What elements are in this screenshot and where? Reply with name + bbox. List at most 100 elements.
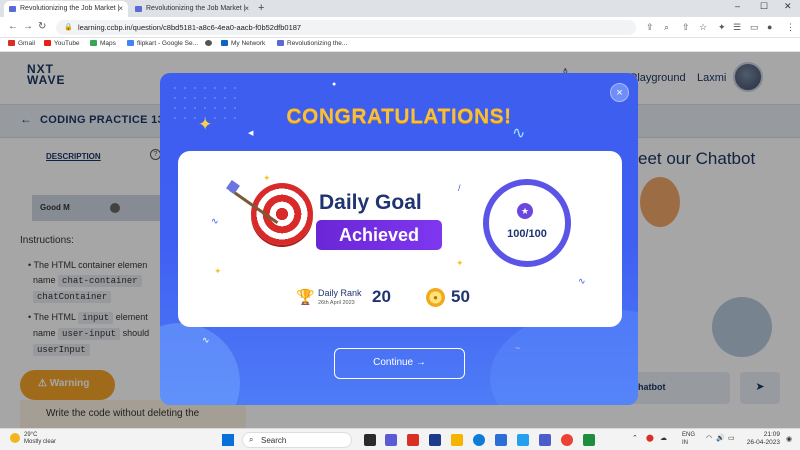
- google-icon: [127, 40, 134, 46]
- confetti-icon: /: [458, 183, 461, 193]
- achieved-badge: Achieved: [316, 220, 442, 250]
- congratulations-title: CONGRATULATIONS!: [286, 105, 512, 128]
- share-icon[interactable]: ⇪: [646, 22, 654, 33]
- bookmark-star-icon[interactable]: ☆: [699, 22, 707, 33]
- bookmark-revolutionizing[interactable]: Revolutionizing the...: [277, 40, 347, 47]
- lock-icon: 🔒: [64, 24, 73, 31]
- battery-icon[interactable]: ▭: [728, 434, 735, 442]
- arrow-fletching-icon: [226, 180, 240, 194]
- sparkle-icon: ✦: [214, 266, 222, 276]
- cloud-icon[interactable]: ☁: [660, 434, 667, 442]
- close-tab-icon[interactable]: ×: [118, 4, 123, 13]
- progress-ring: [483, 179, 571, 267]
- app-icon[interactable]: [583, 434, 595, 446]
- edge-icon[interactable]: [473, 434, 485, 446]
- confetti-icon: ∿: [202, 335, 210, 345]
- chrome-icon[interactable]: [561, 434, 573, 446]
- menu-icon[interactable]: ⋮: [786, 22, 795, 33]
- close-button[interactable]: ×: [610, 83, 629, 102]
- confetti-icon: ∿: [211, 216, 219, 226]
- trophy-icon: 🏆: [296, 289, 315, 306]
- favicon-icon: [135, 6, 142, 12]
- bookmark-youtube[interactable]: YouTube: [44, 40, 80, 47]
- reading-list-icon[interactable]: ☰: [733, 22, 741, 33]
- weather-icon: [10, 433, 20, 443]
- sidebar-icon[interactable]: ▭: [750, 22, 759, 33]
- share-page-icon[interactable]: ⇧: [682, 22, 690, 33]
- close-window-icon[interactable]: ✕: [784, 1, 792, 12]
- clock[interactable]: 21:09 26-04-2023: [740, 431, 780, 447]
- weather-widget[interactable]: 29°C Mostly clear: [10, 432, 56, 446]
- bookmark-maps[interactable]: Maps: [90, 40, 116, 47]
- address-bar: ← → ↻ 🔒 learning.ccbp.in/question/c8bd51…: [0, 17, 800, 38]
- windows-taskbar: 29°C Mostly clear ⌕ Search ⌃ ⬤ ☁ ENG IN …: [0, 428, 800, 450]
- globe-icon: [205, 40, 212, 46]
- start-icon[interactable]: [222, 434, 234, 446]
- minimize-icon[interactable]: –: [735, 1, 740, 11]
- rank-label: Daily Rank: [318, 288, 362, 298]
- confetti-icon: ~: [515, 343, 521, 353]
- browser-tab[interactable]: Revolutionizing the Job Market | ×: [130, 1, 254, 17]
- daily-goal-title: Daily Goal: [319, 191, 422, 214]
- profile-avatar[interactable]: ●: [767, 22, 772, 32]
- new-tab-icon[interactable]: +: [258, 2, 264, 14]
- app-l-icon[interactable]: [517, 434, 529, 446]
- target-icon: [251, 183, 313, 245]
- antivirus-icon[interactable]: ⬤: [646, 434, 654, 442]
- continue-button[interactable]: Continue →: [334, 348, 465, 379]
- teams-icon[interactable]: [385, 434, 397, 446]
- maximize-icon[interactable]: ☐: [760, 1, 768, 12]
- sparkle-icon: ✦: [263, 173, 271, 183]
- zoom-icon[interactable]: ⌕: [664, 22, 669, 33]
- url-text: learning.ccbp.in/question/c8bd5181-a8c6-…: [78, 23, 302, 32]
- favicon-icon: [277, 40, 284, 46]
- decor-bubble: [160, 323, 240, 405]
- maps-icon: [90, 40, 97, 46]
- taskbar-search[interactable]: ⌕ Search: [242, 432, 352, 448]
- browser-tab-bar: Revolutionizing the Job Market | × Revol…: [0, 0, 800, 17]
- sparkle-icon: ◀: [248, 130, 254, 137]
- goal-card: ✦ ∿ ✦ ✦ / ∿ Daily Goal Achieved ★ 100/10…: [178, 151, 622, 327]
- tab-title: Revolutionizing the Job Market |: [20, 5, 120, 12]
- favicon-icon: [9, 6, 16, 12]
- forward-icon[interactable]: →: [23, 21, 33, 32]
- bookmarks-bar: Gmail YouTube Maps flipkart - Google Se.…: [0, 38, 800, 52]
- search-icon: ⌕: [249, 435, 254, 444]
- daily-goal-modal: × CONGRATULATIONS! ✦ ● ◀ ∿ ✦ ∿ ✦ ✦ / ∿ D…: [160, 73, 638, 405]
- confetti-icon: ∿: [578, 276, 586, 286]
- store-icon[interactable]: [495, 434, 507, 446]
- extensions-icon[interactable]: ✦: [718, 22, 726, 33]
- app-icon[interactable]: [429, 434, 441, 446]
- sparkle-icon: ●: [332, 81, 337, 88]
- file-explorer-icon[interactable]: [451, 434, 463, 446]
- rank-value: 20: [372, 287, 391, 306]
- app-icon[interactable]: [539, 434, 551, 446]
- close-tab-icon[interactable]: ×: [244, 4, 249, 13]
- star-icon: ★: [517, 203, 533, 219]
- url-input[interactable]: 🔒 learning.ccbp.in/question/c8bd5181-a8c…: [56, 20, 636, 35]
- notification-icon[interactable]: ◉: [786, 435, 792, 443]
- bookmark-my-network[interactable]: My Network: [221, 40, 265, 47]
- linkedin-icon: [221, 40, 228, 46]
- task-view-icon[interactable]: [364, 434, 376, 446]
- chevron-up-icon[interactable]: ⌃: [632, 434, 638, 442]
- youtube-icon: [44, 40, 51, 46]
- back-icon[interactable]: ←: [8, 21, 18, 32]
- confetti-icon: ∿: [512, 125, 526, 142]
- bookmark-globe[interactable]: [205, 40, 215, 47]
- coins-value: 50: [451, 287, 470, 306]
- language-indicator[interactable]: ENG IN: [682, 431, 695, 447]
- reload-icon[interactable]: ↻: [38, 21, 46, 32]
- volume-icon[interactable]: 🔊: [716, 434, 725, 442]
- gmail-icon: [8, 40, 15, 46]
- bookmark-flipkart[interactable]: flipkart - Google Se...: [127, 40, 198, 47]
- progress-text: 100/100: [507, 228, 547, 240]
- mcafee-icon[interactable]: [407, 434, 419, 446]
- sparkle-icon: ✦: [456, 258, 464, 268]
- sparkle-icon: ✦: [198, 115, 213, 134]
- wifi-icon[interactable]: ◠: [706, 434, 712, 442]
- browser-tab-active[interactable]: Revolutionizing the Job Market | ×: [4, 1, 128, 17]
- bookmark-gmail[interactable]: Gmail: [8, 40, 35, 47]
- coin-icon: ●: [426, 288, 445, 307]
- tab-title: Revolutionizing the Job Market |: [146, 5, 246, 12]
